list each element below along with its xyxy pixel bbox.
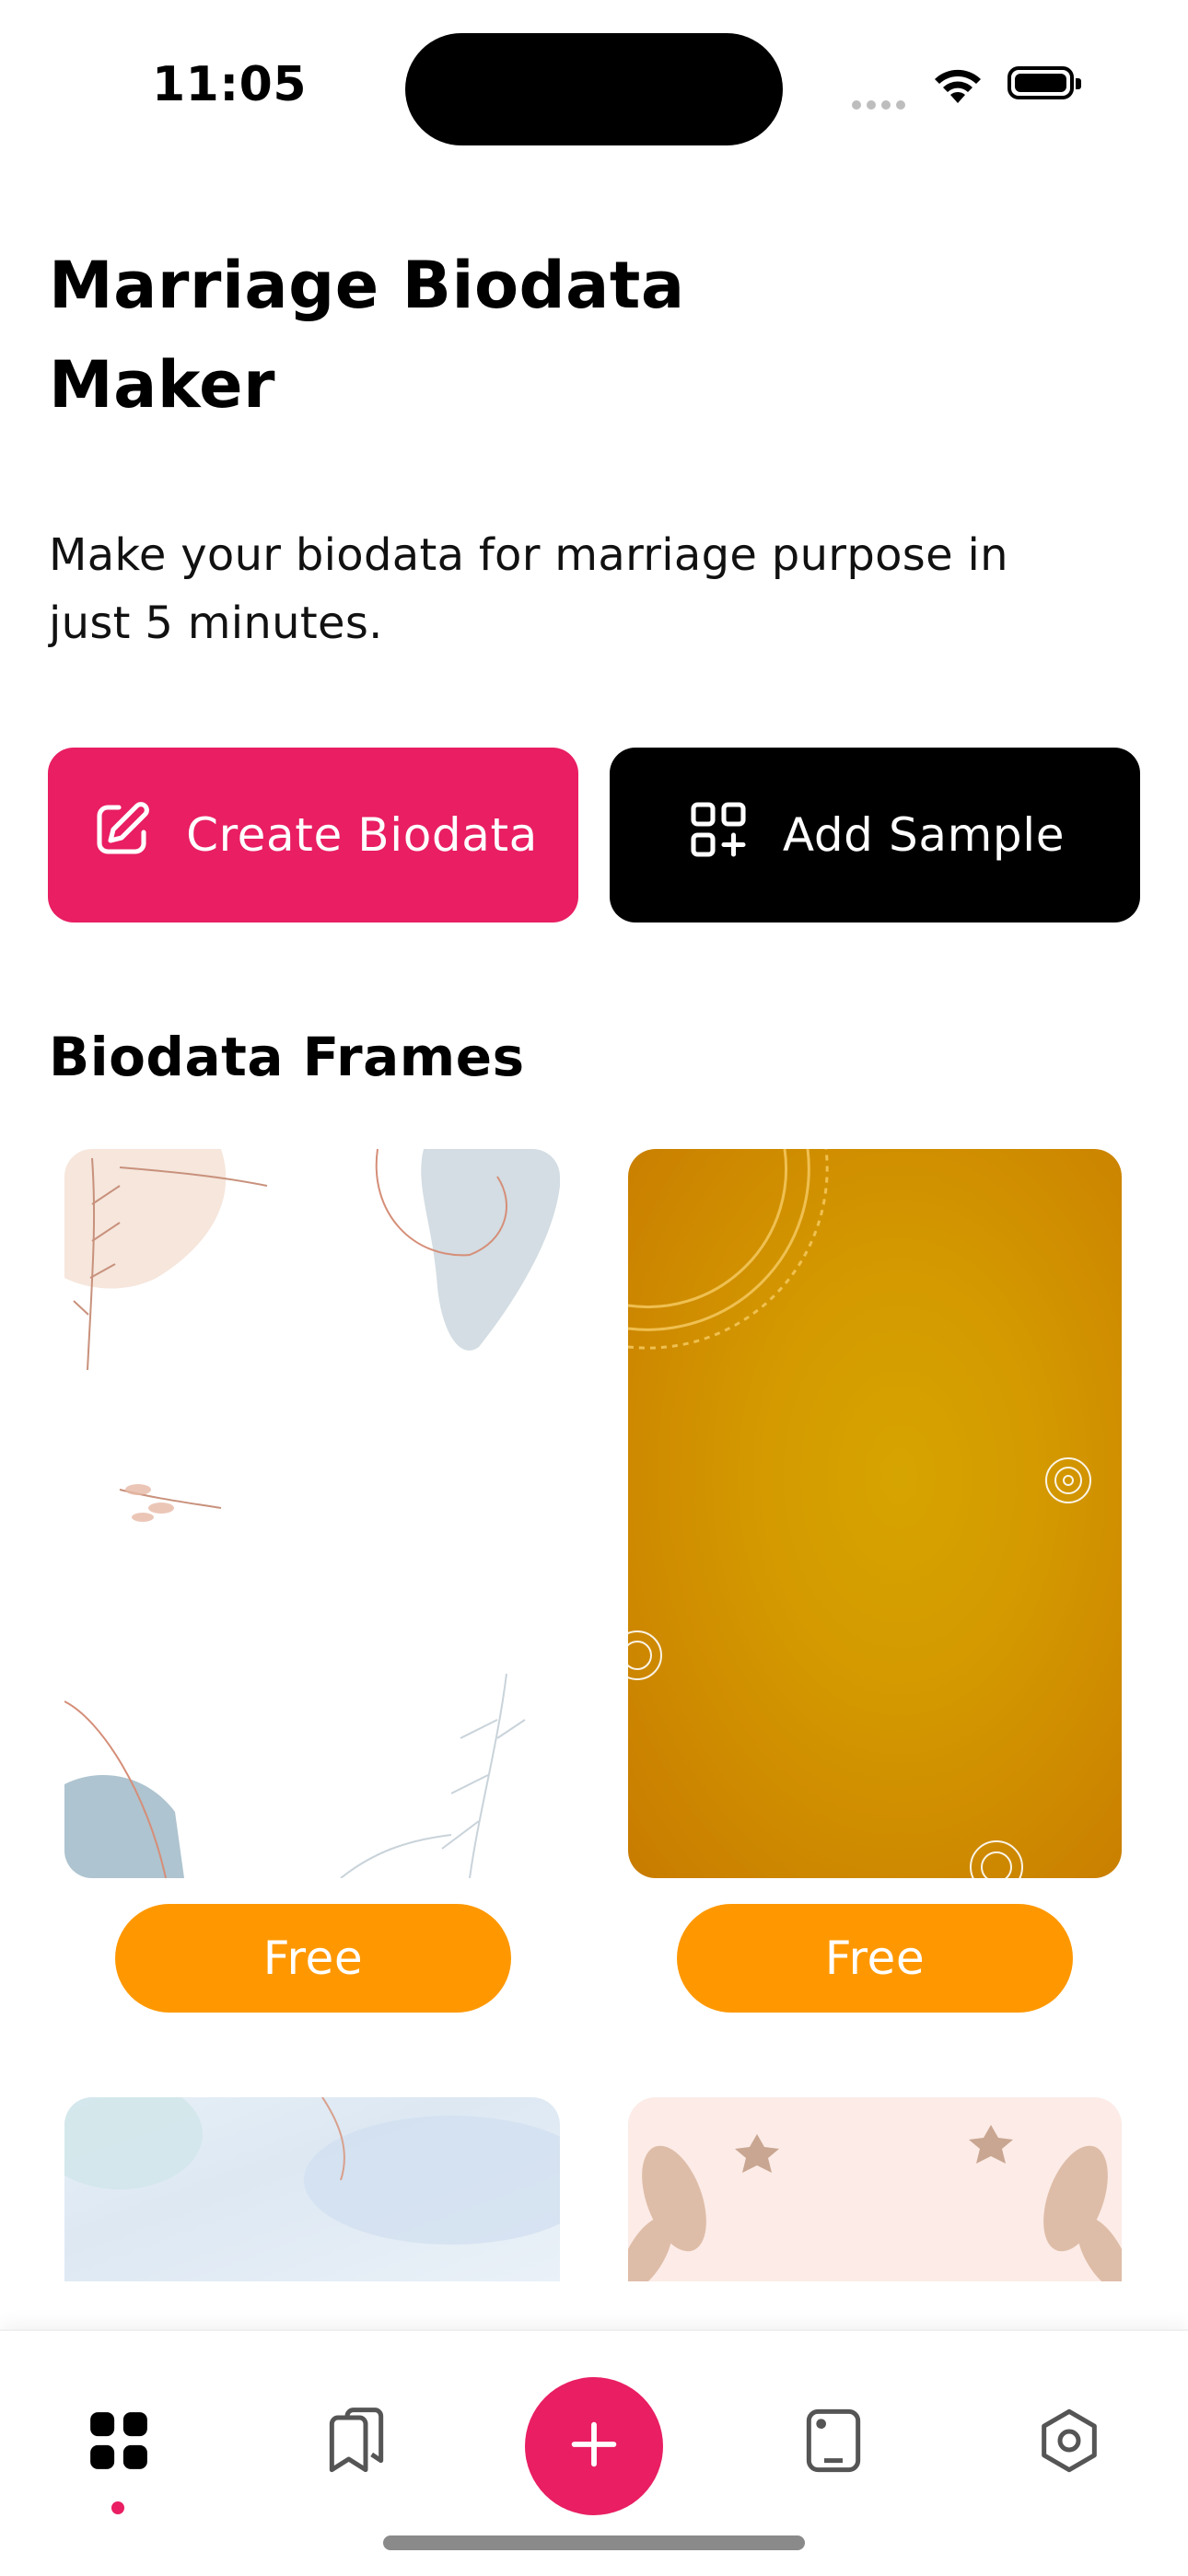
floral-frame-image <box>64 1149 560 1878</box>
status-time: 11:05 <box>152 57 308 112</box>
dynamic-island <box>405 33 783 145</box>
edit-icon <box>88 796 155 874</box>
create-biodata-label: Create Biodata <box>186 808 538 862</box>
settings-icon <box>1032 2404 1106 2481</box>
add-sample-label: Add Sample <box>782 808 1066 862</box>
leaves-frame-image <box>628 2125 1122 2281</box>
grid-icon <box>83 2405 155 2480</box>
frame-card-leaves[interactable] <box>628 2097 1122 2281</box>
frame-card-golden[interactable] <box>628 1149 1122 1878</box>
frames-section-title: Biodata Frames <box>49 1026 525 1088</box>
battery-icon <box>1007 66 1081 99</box>
frame-card-watercolor[interactable] <box>64 2097 560 2281</box>
wifi-icon <box>930 63 985 109</box>
add-sample-button[interactable]: Add Sample <box>610 748 1140 922</box>
add-icon <box>565 2415 623 2477</box>
add-fab-button[interactable] <box>525 2377 663 2515</box>
create-biodata-button[interactable]: Create Biodata <box>48 748 578 922</box>
cellular-signal-icon <box>852 96 911 113</box>
home-indicator <box>383 2535 805 2550</box>
page-title: Marriage Biodata Maker <box>49 248 685 423</box>
tab-saved[interactable] <box>315 2401 398 2484</box>
tab-home[interactable] <box>77 2401 160 2484</box>
golden-frame-image <box>628 1149 1091 1878</box>
device-icon <box>797 2404 870 2481</box>
frame-free-button[interactable]: Free <box>115 1904 511 2013</box>
tab-settings[interactable] <box>1028 2401 1111 2484</box>
frame-card-floral[interactable] <box>64 1149 560 1878</box>
grid-plus-icon <box>685 796 751 874</box>
watercolor-frame-image <box>64 2097 560 2245</box>
tab-templates[interactable] <box>792 2401 875 2484</box>
bookmarks-icon <box>320 2404 393 2481</box>
page-subtitle: Make your biodata for marriage purpose i… <box>49 529 1008 649</box>
frame-free-button[interactable]: Free <box>677 1904 1073 2013</box>
active-tab-indicator <box>111 2501 124 2514</box>
